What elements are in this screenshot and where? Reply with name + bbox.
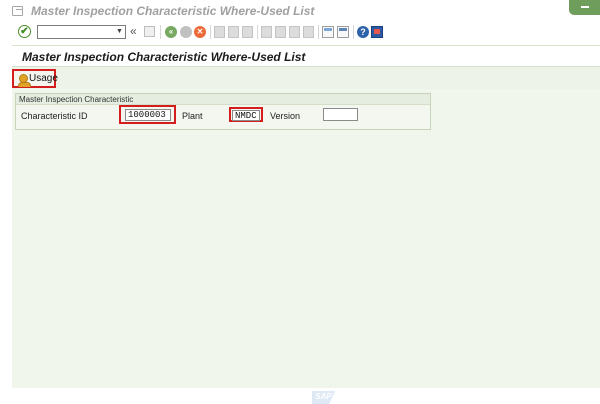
cancel-icon[interactable]: ✕ bbox=[194, 26, 206, 38]
last-page-icon[interactable] bbox=[303, 26, 314, 38]
new-session-icon[interactable] bbox=[322, 26, 334, 38]
help-icon[interactable]: ? bbox=[357, 26, 369, 38]
enter-icon[interactable]: ✔ bbox=[18, 25, 31, 38]
version-field[interactable] bbox=[323, 108, 358, 121]
find-next-icon[interactable] bbox=[242, 26, 253, 38]
person-icon bbox=[18, 74, 31, 87]
page-title: Master Inspection Characteristic Where-U… bbox=[22, 50, 306, 64]
collapse-icon[interactable]: « bbox=[130, 24, 144, 38]
sap-window: Master Inspection Characteristic Where-U… bbox=[0, 0, 600, 404]
title-bar: Master Inspection Characteristic Where-U… bbox=[0, 0, 600, 22]
main-panel: Master Inspection Characteristic Where-U… bbox=[12, 45, 600, 388]
plant-field[interactable]: NMDC bbox=[232, 110, 260, 121]
exit-icon[interactable] bbox=[180, 26, 192, 38]
toolbar-divider bbox=[210, 25, 211, 39]
plant-label: Plant bbox=[182, 111, 203, 121]
save-icon[interactable] bbox=[144, 26, 155, 37]
usage-button-label: Usage bbox=[29, 73, 58, 84]
find-icon[interactable] bbox=[228, 26, 239, 38]
version-label: Version bbox=[270, 111, 301, 121]
back-icon[interactable]: « bbox=[165, 26, 177, 38]
screen-title-bar: Master Inspection Characteristic Where-U… bbox=[12, 46, 600, 67]
application-toolbar: Usage bbox=[12, 67, 600, 89]
group-header: Master Inspection Characteristic bbox=[16, 94, 430, 105]
chevron-down-icon[interactable]: ▼ bbox=[115, 27, 124, 37]
toolbar-divider bbox=[318, 25, 319, 39]
first-page-icon[interactable] bbox=[261, 26, 272, 38]
command-field[interactable]: ▼ bbox=[37, 25, 126, 39]
toolbar-divider bbox=[353, 25, 354, 39]
minimize-button[interactable] bbox=[569, 0, 600, 15]
print-icon[interactable] bbox=[214, 26, 225, 38]
group-title: Master Inspection Characteristic bbox=[19, 95, 134, 104]
window-menu-icon[interactable] bbox=[12, 6, 23, 16]
create-shortcut-icon[interactable] bbox=[337, 26, 349, 38]
window-title: Master Inspection Characteristic Where-U… bbox=[31, 4, 315, 18]
characteristic-id-field[interactable]: 1000003 bbox=[125, 109, 171, 121]
toolbar-divider bbox=[257, 25, 258, 39]
toolbar-divider bbox=[160, 25, 161, 39]
master-inspection-characteristic-group: Master Inspection Characteristic Charact… bbox=[15, 93, 431, 130]
characteristic-id-label: Characteristic ID bbox=[21, 111, 88, 121]
next-page-icon[interactable] bbox=[289, 26, 300, 38]
sap-logo: SAP bbox=[312, 391, 335, 404]
standard-toolbar: ✔ ▼ « « ✕ ? bbox=[0, 22, 600, 42]
customize-layout-icon[interactable] bbox=[371, 26, 383, 38]
usage-button[interactable]: Usage bbox=[12, 69, 58, 88]
previous-page-icon[interactable] bbox=[275, 26, 286, 38]
